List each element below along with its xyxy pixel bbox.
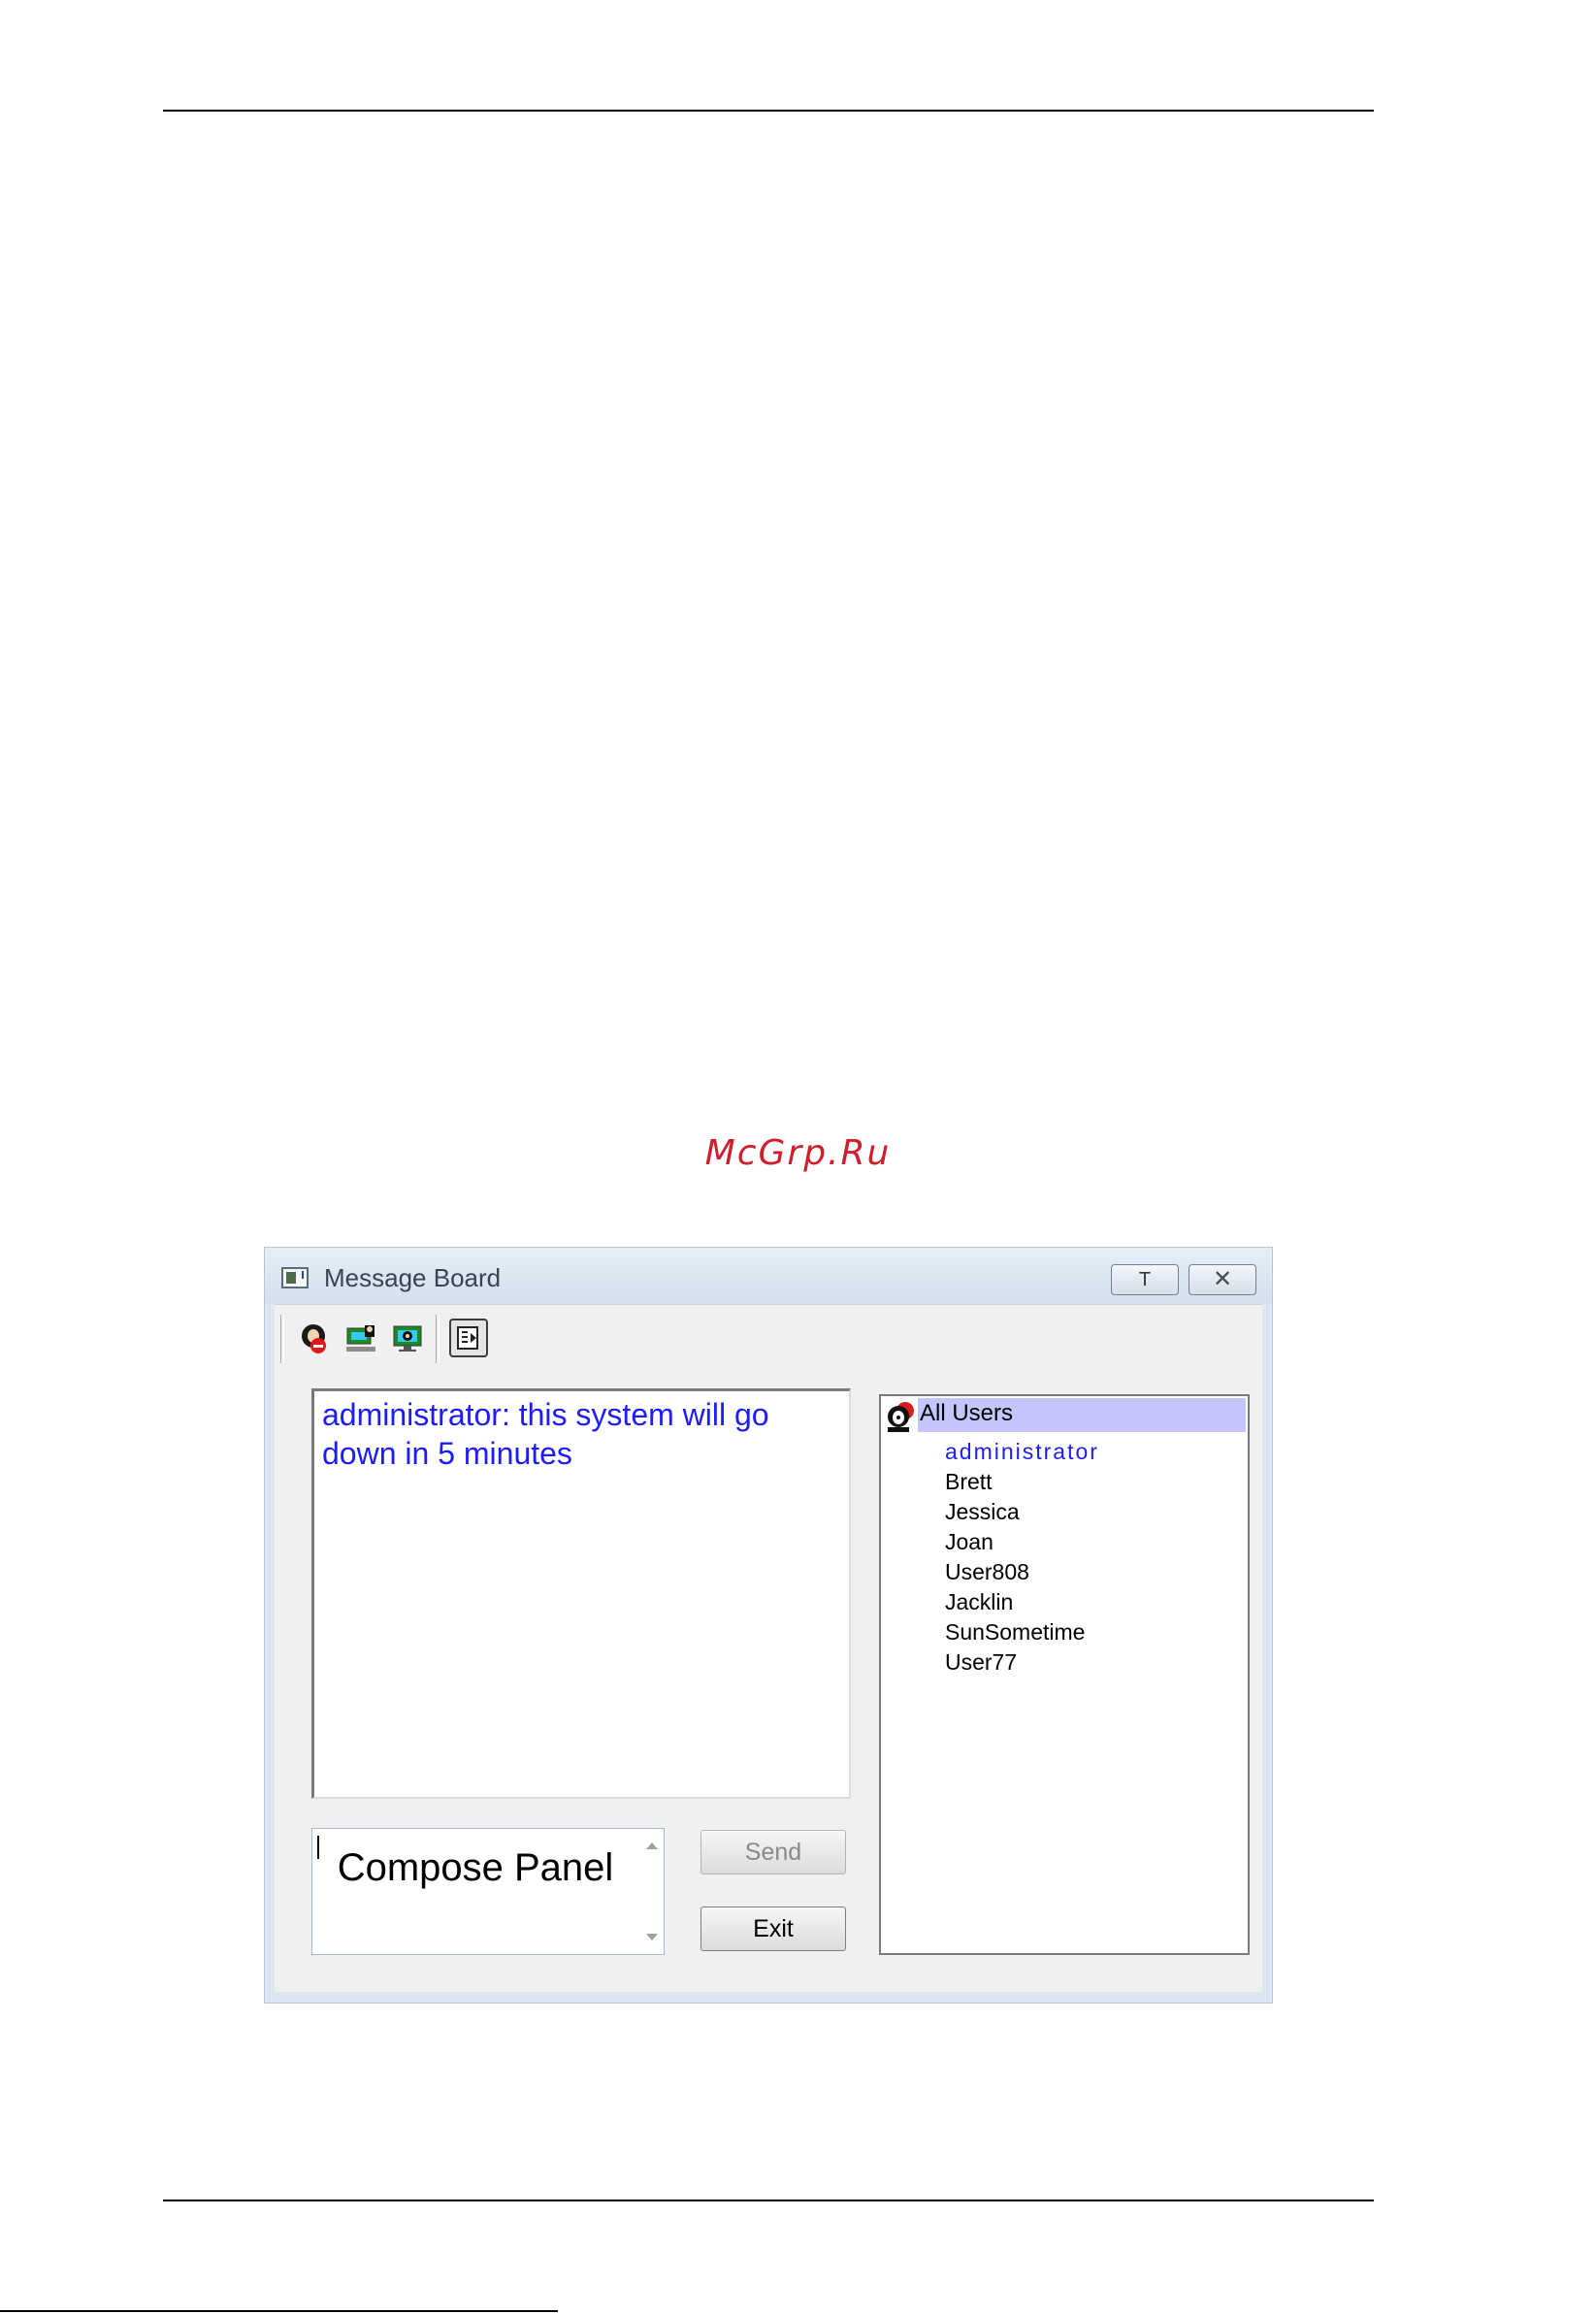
compose-scrollbar[interactable] xyxy=(640,1829,664,1954)
pin-button[interactable]: T xyxy=(1111,1264,1179,1295)
window-title: Message Board xyxy=(324,1263,502,1292)
toggle-panel-button[interactable] xyxy=(449,1319,488,1357)
client-area: administrator: this system will go down … xyxy=(275,1304,1262,1992)
user-item-user808[interactable]: User808 xyxy=(945,1557,1099,1587)
users-group-icon xyxy=(888,1402,914,1432)
user-item-jessica[interactable]: Jessica xyxy=(945,1497,1099,1527)
user-item-brett[interactable]: Brett xyxy=(945,1467,1099,1497)
watermark: McGrp.Ru xyxy=(704,1133,892,1173)
compose-panel[interactable]: Compose Panel xyxy=(311,1828,665,1955)
close-button[interactable]: ✕ xyxy=(1189,1264,1256,1295)
page-edge-rule xyxy=(0,2310,558,2312)
user-item-administrator[interactable]: administrator xyxy=(945,1437,1099,1467)
user-list: administrator Brett Jessica Joan User808… xyxy=(945,1437,1099,1678)
app-icon xyxy=(281,1267,309,1288)
title-bar[interactable]: Message Board T ✕ xyxy=(265,1248,1272,1304)
message-display[interactable]: administrator: this system will go down … xyxy=(311,1388,851,1799)
send-button[interactable]: Send xyxy=(700,1830,846,1874)
all-users-message-icon[interactable] xyxy=(389,1319,428,1357)
all-users-label: All Users xyxy=(920,1400,1014,1426)
user-message-icon[interactable] xyxy=(342,1319,381,1357)
user-item-joan[interactable]: Joan xyxy=(945,1527,1099,1557)
scroll-up-icon[interactable] xyxy=(646,1842,658,1849)
header-rule xyxy=(163,110,1374,112)
user-item-sunsometime[interactable]: SunSometime xyxy=(945,1617,1099,1647)
block-user-icon[interactable] xyxy=(294,1319,333,1357)
exit-button[interactable]: Exit xyxy=(700,1907,846,1951)
user-item-user77[interactable]: User77 xyxy=(945,1647,1099,1678)
toolbar-separator xyxy=(436,1315,440,1363)
toolbar-separator xyxy=(280,1315,284,1363)
user-item-jacklin[interactable]: Jacklin xyxy=(945,1587,1099,1617)
compose-panel-label: Compose Panel xyxy=(337,1846,614,1889)
all-users-item[interactable]: All Users xyxy=(918,1398,1246,1432)
scroll-down-icon[interactable] xyxy=(646,1934,658,1940)
message-board-window: Message Board T ✕ administrator: this sy… xyxy=(264,1247,1273,2004)
footer-rule xyxy=(163,2200,1374,2201)
toggle-panel-icon xyxy=(457,1326,478,1350)
user-list-panel[interactable]: All Users administrator Brett Jessica Jo… xyxy=(879,1394,1250,1955)
